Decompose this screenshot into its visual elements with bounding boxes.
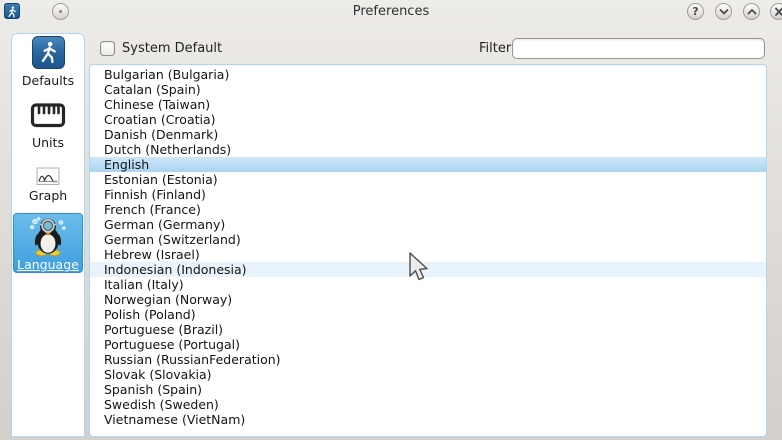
language-list-item[interactable]: Polish (Poland) bbox=[90, 307, 766, 322]
window-title: Preferences bbox=[0, 4, 782, 19]
language-list-item[interactable]: Indonesian (Indonesia) bbox=[90, 262, 766, 277]
preferences-window: Preferences ? bbox=[0, 0, 782, 440]
language-list-item[interactable]: Norwegian (Norway) bbox=[90, 292, 766, 307]
minimize-button[interactable] bbox=[715, 3, 732, 20]
sidebar-item-label: Defaults bbox=[22, 73, 74, 88]
language-list-item[interactable]: Slovak (Slovakia) bbox=[90, 367, 766, 382]
sidebar-item-defaults[interactable]: Defaults bbox=[13, 36, 83, 88]
maximize-button[interactable] bbox=[743, 3, 760, 20]
chevron-down-icon bbox=[718, 7, 730, 17]
language-list-item[interactable]: Swedish (Sweden) bbox=[90, 397, 766, 412]
language-list-item[interactable]: Italian (Italy) bbox=[90, 277, 766, 292]
language-list-item[interactable]: French (France) bbox=[90, 202, 766, 217]
question-mark-icon: ? bbox=[692, 5, 698, 18]
language-list-item[interactable]: English bbox=[90, 157, 766, 172]
hiker-icon bbox=[32, 36, 65, 69]
language-list-item[interactable]: Chinese (Taiwan) bbox=[90, 97, 766, 112]
language-list-item[interactable]: Finnish (Finland) bbox=[90, 187, 766, 202]
language-list-item[interactable]: Catalan (Spain) bbox=[90, 82, 766, 97]
sidebar-item-units[interactable]: Units bbox=[13, 102, 83, 150]
sidebar-item-label: Language bbox=[17, 257, 79, 272]
language-list-item[interactable]: Danish (Denmark) bbox=[90, 127, 766, 142]
language-list-item[interactable]: Hebrew (Israel) bbox=[90, 247, 766, 262]
language-list-item[interactable]: German (Germany) bbox=[90, 217, 766, 232]
language-list-item[interactable]: German (Switzerland) bbox=[90, 232, 766, 247]
language-list-item[interactable]: Vietnamese (VietNam) bbox=[90, 412, 766, 427]
system-default-label: System Default bbox=[122, 41, 222, 56]
filter-label: Filter bbox=[479, 41, 511, 56]
close-button[interactable] bbox=[770, 3, 782, 20]
sidebar-item-language[interactable]: Language bbox=[13, 213, 83, 273]
sidebar-item-label: Graph bbox=[29, 188, 67, 203]
sidebar-item-label: Units bbox=[32, 135, 64, 150]
ruler-icon bbox=[30, 102, 66, 129]
sidebar: Defaults Units Graph bbox=[11, 33, 85, 437]
language-list-item[interactable]: Russian (RussianFederation) bbox=[90, 352, 766, 367]
filter-input[interactable] bbox=[512, 38, 765, 59]
system-default-checkbox[interactable] bbox=[100, 41, 115, 56]
titlebar[interactable]: Preferences ? bbox=[0, 0, 782, 24]
language-list-item[interactable]: Spanish (Spain) bbox=[90, 382, 766, 397]
language-list-item[interactable]: Dutch (Netherlands) bbox=[90, 142, 766, 157]
penguin-icon bbox=[27, 216, 69, 257]
help-button[interactable]: ? bbox=[687, 3, 704, 20]
language-list-item[interactable]: Bulgarian (Bulgaria) bbox=[90, 67, 766, 82]
language-list[interactable]: Bulgarian (Bulgaria) Catalan (Spain) Chi… bbox=[89, 64, 767, 437]
language-list-item[interactable]: Portuguese (Brazil) bbox=[90, 322, 766, 337]
sidebar-item-graph[interactable]: Graph bbox=[13, 167, 83, 203]
graph-icon bbox=[36, 167, 60, 186]
close-icon bbox=[773, 7, 782, 17]
language-list-item[interactable]: Portuguese (Portugal) bbox=[90, 337, 766, 352]
language-list-item[interactable]: Croatian (Croatia) bbox=[90, 112, 766, 127]
chevron-up-icon bbox=[746, 7, 758, 17]
language-list-item[interactable]: Estonian (Estonia) bbox=[90, 172, 766, 187]
